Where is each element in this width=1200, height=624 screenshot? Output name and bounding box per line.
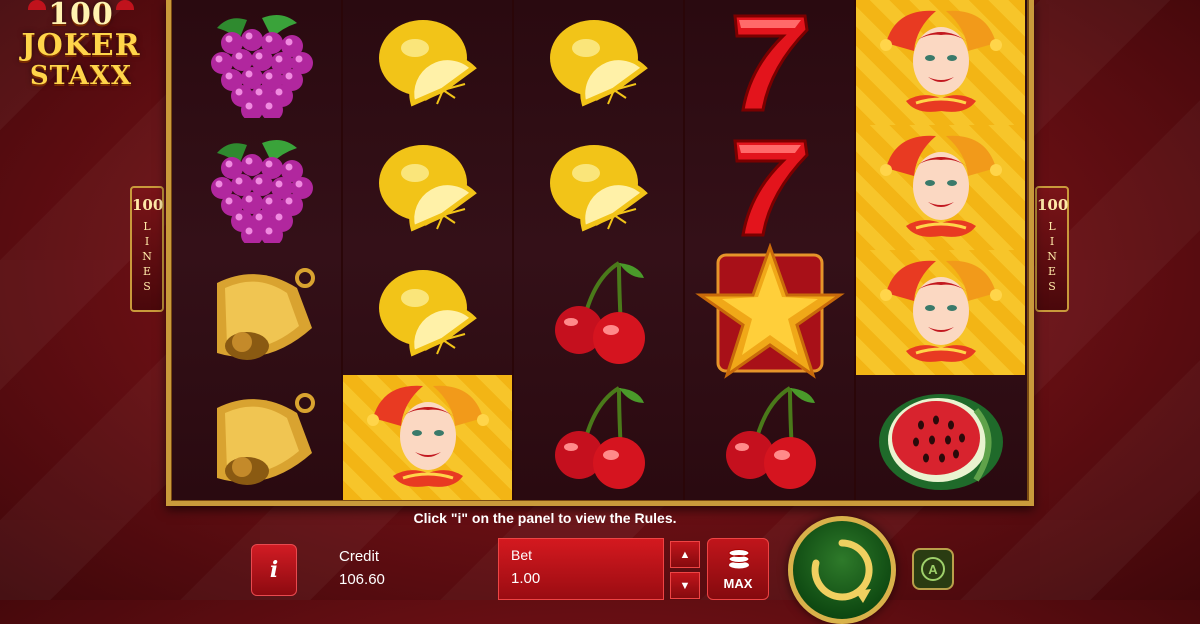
credit-display: Credit 106.60 <box>339 548 385 588</box>
bell-icon <box>216 267 315 360</box>
bet-decrease-button[interactable]: ▼ <box>670 572 700 599</box>
lemon-icon <box>378 144 477 231</box>
cherry-icon <box>554 385 645 489</box>
reel-1 <box>172 0 343 500</box>
joker-icon <box>879 260 1002 362</box>
bet-label: Bet <box>511 547 533 563</box>
triangle-up-icon: ▲ <box>679 548 691 561</box>
credit-label: Credit <box>339 548 380 565</box>
cherry-symbol <box>514 375 683 500</box>
info-icon: i <box>269 557 279 583</box>
credit-value: 106.60 <box>339 571 385 588</box>
spin-button[interactable] <box>788 516 896 624</box>
game-logo: 100 JOKER STAXX <box>6 0 156 100</box>
joker-symbol <box>856 125 1025 250</box>
lemon-icon <box>378 269 477 356</box>
cherry-symbol <box>685 375 854 500</box>
seven-symbol <box>685 0 854 125</box>
lines-label: LINES <box>140 220 154 295</box>
bet-display[interactable]: Bet 1.00 <box>498 538 664 600</box>
seven-icon <box>732 139 809 236</box>
max-label: MAX <box>723 576 753 591</box>
seven-symbol <box>685 125 854 250</box>
joker-icon <box>366 385 489 487</box>
watermelon-symbol <box>856 375 1025 500</box>
joker-symbol <box>856 250 1025 375</box>
autoplay-button[interactable]: A <box>912 548 954 590</box>
info-button[interactable]: i <box>251 544 297 596</box>
autoplay-letter: A <box>928 562 938 577</box>
bell-icon <box>216 392 315 485</box>
joker-symbol <box>856 0 1025 125</box>
lines-number: 100 <box>132 196 164 214</box>
lemon-symbol <box>514 0 683 125</box>
lines-badge-right: 100 LINES <box>1035 186 1069 312</box>
star-symbol <box>685 242 854 379</box>
lemon-icon <box>549 19 648 106</box>
lemon-icon <box>549 144 648 231</box>
grapes-symbol <box>172 125 341 250</box>
joker-icon <box>879 135 1002 237</box>
bet-value: 1.00 <box>511 570 541 587</box>
lemon-symbol <box>343 250 512 375</box>
star-icon <box>694 242 845 379</box>
grapes-icon <box>210 14 313 118</box>
reel-3 <box>514 0 685 500</box>
bet-increase-button[interactable]: ▲ <box>670 541 700 568</box>
grapes-icon <box>210 139 313 243</box>
autoplay-icon: A <box>921 557 945 581</box>
logo-subtitle: STAXX <box>29 61 133 91</box>
lines-badge-left: 100 LINES <box>130 186 164 312</box>
reel-5 <box>856 0 1027 500</box>
joker-icon <box>879 10 1002 112</box>
lines-label: LINES <box>1045 220 1059 295</box>
lemon-icon <box>378 19 477 106</box>
joker-symbol <box>343 375 512 500</box>
lemon-symbol <box>514 125 683 250</box>
spin-arrow-icon <box>811 539 873 603</box>
lemon-symbol <box>343 125 512 250</box>
bell-symbol <box>172 250 341 375</box>
seven-icon <box>732 14 809 111</box>
cherry-icon <box>554 260 645 364</box>
reels-grid[interactable] <box>172 0 1028 500</box>
reel-2 <box>343 0 514 500</box>
lemon-symbol <box>343 0 512 125</box>
reel-4 <box>685 0 856 500</box>
coins-icon <box>728 549 750 569</box>
cherry-symbol <box>514 250 683 375</box>
rules-hint: Click "i" on the panel to view the Rules… <box>413 510 677 526</box>
max-bet-button[interactable]: MAX <box>707 538 769 600</box>
logo-title: JOKER <box>21 28 141 63</box>
watermelon-icon <box>878 394 1003 490</box>
grapes-symbol <box>172 0 341 125</box>
bell-symbol <box>172 375 341 500</box>
triangle-down-icon: ▼ <box>679 579 691 592</box>
cherry-icon <box>725 385 816 489</box>
lines-number: 100 <box>1037 196 1069 214</box>
